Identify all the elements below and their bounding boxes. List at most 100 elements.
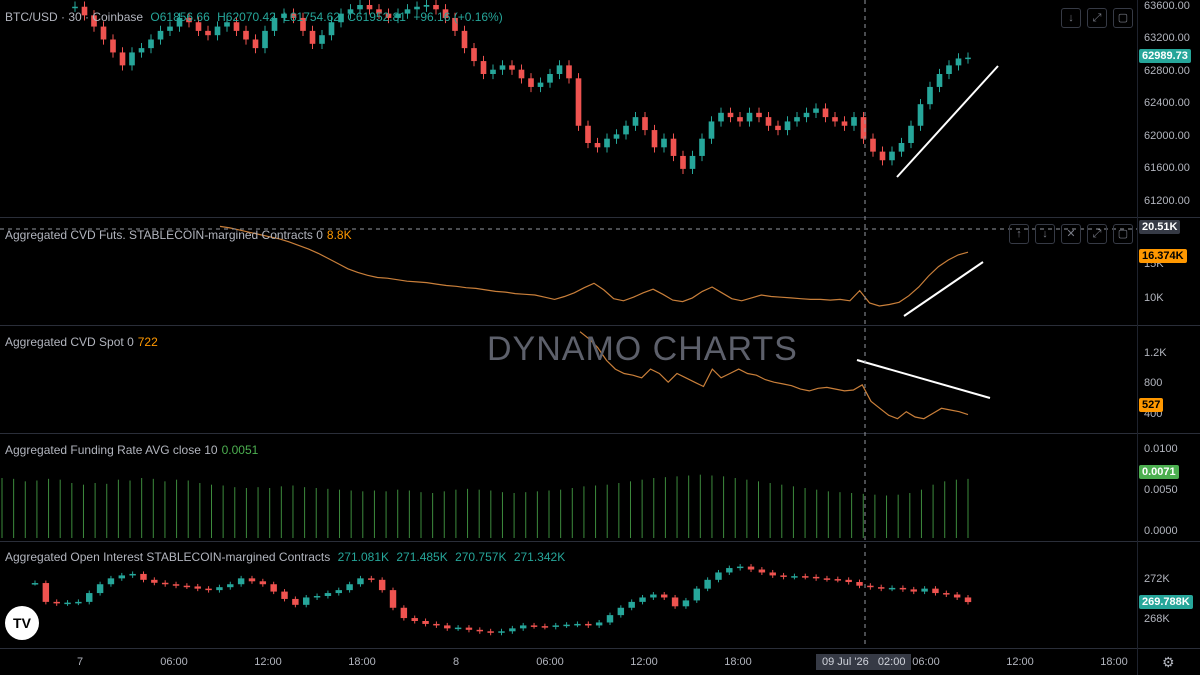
- price-candle: [490, 69, 496, 74]
- price-candle: [328, 22, 335, 36]
- oi-candle: [281, 591, 288, 599]
- oi-candle: [888, 587, 896, 590]
- price-candle: [518, 69, 525, 79]
- crosshair-date: 09 Jul '26: [822, 656, 869, 668]
- maximize-icon[interactable]: ⤢: [1087, 224, 1107, 244]
- oi-candle: [834, 579, 842, 581]
- oi-candle: [96, 584, 104, 594]
- oi-candle: [324, 593, 332, 596]
- oi-candle: [172, 584, 180, 586]
- move-down-icon[interactable]: ↓: [1061, 8, 1081, 28]
- price-tick: 61200.00: [1144, 195, 1190, 207]
- cvd-spot-tick: 800: [1144, 377, 1163, 389]
- oi-candle: [205, 588, 212, 591]
- oi-candle: [780, 575, 787, 577]
- price-candle: [366, 5, 373, 10]
- tradingview-logo[interactable]: TV: [5, 606, 39, 640]
- price-candle: [803, 112, 810, 118]
- close-icon[interactable]: ✕: [1061, 224, 1081, 244]
- price-candle: [72, 6, 78, 9]
- funding-legend[interactable]: Aggregated Funding Rate AVG close 10 0.00…: [5, 443, 258, 457]
- oi-candle: [151, 579, 158, 583]
- time-tick: 18:00: [1100, 656, 1128, 668]
- oi-candle: [606, 615, 614, 623]
- oi-candle: [270, 584, 277, 592]
- price-candle: [822, 108, 829, 118]
- price-candle: [727, 112, 734, 118]
- cvd-spot-value: 722: [137, 335, 158, 349]
- collapse-icon[interactable]: ▢: [1113, 224, 1133, 244]
- price-candle: [262, 30, 268, 49]
- oi-candle: [346, 584, 353, 591]
- price-candle: [613, 134, 620, 139]
- oi-candle: [498, 631, 505, 633]
- price-candle: [642, 117, 648, 131]
- oi-candle: [585, 623, 592, 626]
- price-candle: [594, 143, 601, 148]
- price-candle: [841, 121, 848, 126]
- oi-candle: [650, 594, 657, 598]
- funding-value: 0.0051: [221, 443, 259, 457]
- move-down-icon[interactable]: ↓: [1035, 224, 1055, 244]
- oi-low: 270.757K: [455, 550, 507, 564]
- oi-candle: [487, 631, 494, 633]
- price-candle: [756, 112, 762, 118]
- oi-candle: [400, 607, 408, 619]
- cvd-futs-legend[interactable]: Aggregated CVD Futs. STABLECOIN-margined…: [5, 228, 352, 242]
- price-candle: [879, 151, 886, 161]
- price-legend[interactable]: BTC/USD · 30 · Coinbase O61856.66 H62070…: [5, 10, 507, 24]
- oi-tick: 268K: [1144, 613, 1170, 625]
- oi-candle: [921, 588, 928, 592]
- time-tick: 12:00: [254, 656, 282, 668]
- price-candle: [575, 78, 582, 126]
- gear-icon[interactable]: ⚙: [1162, 654, 1175, 671]
- trend-line-cvd-spot: [856, 359, 991, 399]
- time-tick: 18:00: [724, 656, 752, 668]
- oi-candle: [682, 600, 690, 607]
- oi-close: 271.342K: [513, 550, 566, 564]
- oi-candle: [64, 602, 71, 605]
- oi-candle: [802, 576, 809, 578]
- oi-candle: [595, 622, 603, 626]
- oi-candle: [758, 569, 766, 573]
- symbol-label[interactable]: BTC/USD · 30 · Coinbase: [5, 10, 143, 24]
- oi-candle: [769, 572, 776, 576]
- last-price-badge: 62989.73: [1139, 49, 1191, 63]
- oi-candle: [791, 576, 798, 578]
- oi-tick: 272K: [1144, 573, 1170, 585]
- price-candle: [623, 125, 629, 135]
- price-candle: [148, 39, 154, 49]
- maximize-icon[interactable]: ⤢: [1087, 8, 1107, 28]
- funding-last-badge: 0.0071: [1139, 465, 1179, 479]
- price-candle: [917, 104, 924, 126]
- time-tick: 06:00: [536, 656, 564, 668]
- oi-candle: [303, 597, 310, 605]
- price-candle: [832, 117, 838, 122]
- move-up-icon[interactable]: ↑: [1009, 224, 1029, 244]
- price-candle: [547, 74, 553, 83]
- oi-candle: [736, 566, 744, 569]
- low-value: L61754.62: [283, 10, 340, 24]
- funding-title: Aggregated Funding Rate AVG close 10: [5, 443, 218, 457]
- oi-candle: [411, 618, 418, 621]
- oi-candle: [194, 586, 201, 589]
- time-tick: 12:00: [1006, 656, 1034, 668]
- price-candle: [908, 125, 914, 143]
- oi-legend[interactable]: Aggregated Open Interest STABLECOIN-marg…: [5, 550, 565, 564]
- oi-candle: [259, 581, 267, 585]
- oi-candle: [845, 579, 852, 583]
- cvd-spot-legend[interactable]: Aggregated CVD Spot 0 722: [5, 335, 158, 349]
- collapse-icon[interactable]: ▢: [1113, 8, 1133, 28]
- cvd-spot-tick: 1.2K: [1144, 347, 1167, 359]
- oi-candle: [454, 627, 462, 630]
- open-value: O61856.66: [150, 10, 210, 24]
- price-candle: [651, 130, 658, 148]
- price-candle: [680, 155, 686, 169]
- price-candle: [110, 39, 116, 53]
- price-candle: [566, 65, 572, 79]
- oi-candle: [368, 578, 375, 580]
- price-candle: [319, 35, 325, 44]
- oi-candle: [715, 572, 722, 580]
- price-candle: [357, 5, 363, 10]
- price-candle: [765, 117, 772, 126]
